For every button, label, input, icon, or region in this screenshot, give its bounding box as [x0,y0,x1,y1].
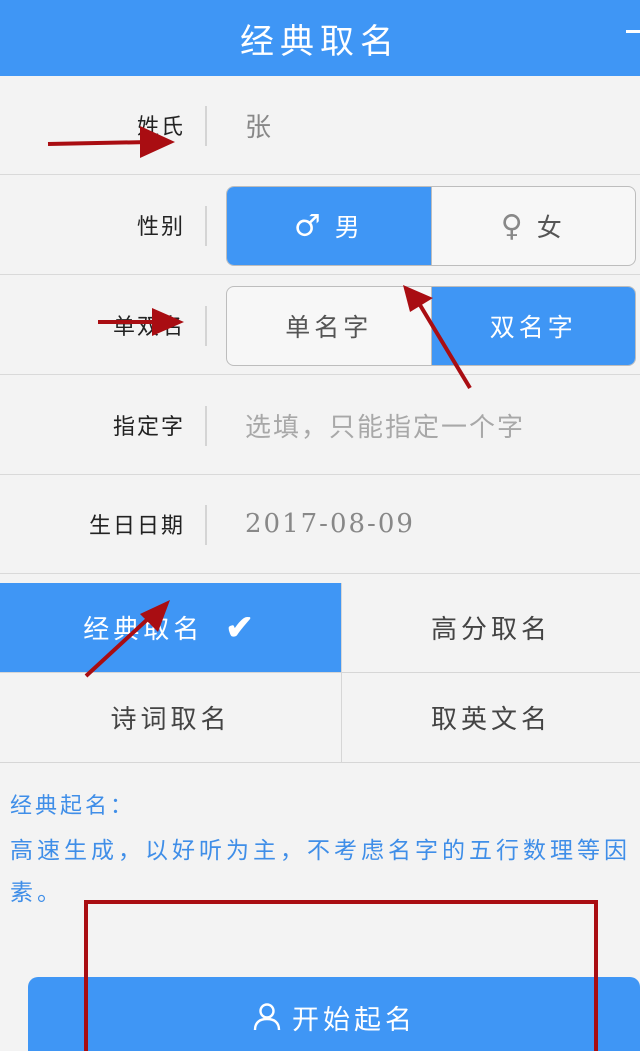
surname-label: 姓氏 [136,115,185,140]
birthday-row: 生日日期 2017-08-09 [0,475,640,574]
birthday-label: 生日日期 [88,514,185,539]
mode-poetry-label: 诗词取名 [110,705,231,735]
surname-input[interactable]: 张 [245,76,273,174]
specified-char-row: 指定字 选填，只能指定一个字 [0,376,640,475]
mode-english-label: 取英文名 [430,705,551,735]
surname-row: 姓氏 张 [0,76,640,175]
name-length-label: 单双名 [112,315,185,340]
birthday-input[interactable]: 2017-08-09 [245,475,415,573]
mode-classic[interactable]: 经典取名 ✔ [0,583,341,673]
gender-label: 性别 [136,215,185,240]
mode-high-score-label: 高分取名 [430,615,551,645]
check-icon: ✔ [225,607,258,648]
app-header: 经典取名 [0,0,640,76]
double-name-option[interactable]: 双名字 [430,287,635,365]
mode-high-score[interactable]: 高分取名 [342,583,640,673]
row-divider [205,206,207,246]
menu-icon[interactable] [626,30,640,33]
mode-english[interactable]: 取英文名 [342,673,640,763]
row-divider [205,406,207,446]
row-divider [205,106,207,146]
gender-female-label: 女 [536,213,566,242]
annotation-highlight-box [84,900,598,1051]
gender-male-option[interactable]: ♂ 男 [227,187,431,265]
mode-poetry[interactable]: 诗词取名 [0,673,341,763]
row-divider [205,306,207,346]
gender-female-option[interactable]: ♀ 女 [430,187,636,265]
female-icon: ♀ [500,208,527,244]
mode-grid-divider [341,583,342,763]
gender-segmented-control: ♂ 男 ♀ 女 [226,186,636,266]
description-title: 经典起名： [10,794,136,819]
name-length-segmented-control: 单名字 双名字 [226,286,636,366]
row-divider [205,505,207,545]
gender-row: 性别 ♂ 男 ♀ 女 [0,176,640,275]
single-name-option[interactable]: 单名字 [227,287,431,365]
gender-male-label: 男 [334,213,364,242]
page-title: 经典取名 [240,21,400,62]
male-icon: ♂ [293,208,325,244]
specified-char-label: 指定字 [112,415,185,440]
specified-char-input[interactable]: 选填，只能指定一个字 [245,376,525,474]
mode-classic-label: 经典取名 [83,615,204,645]
name-length-row: 单双名 单名字 双名字 [0,276,640,375]
